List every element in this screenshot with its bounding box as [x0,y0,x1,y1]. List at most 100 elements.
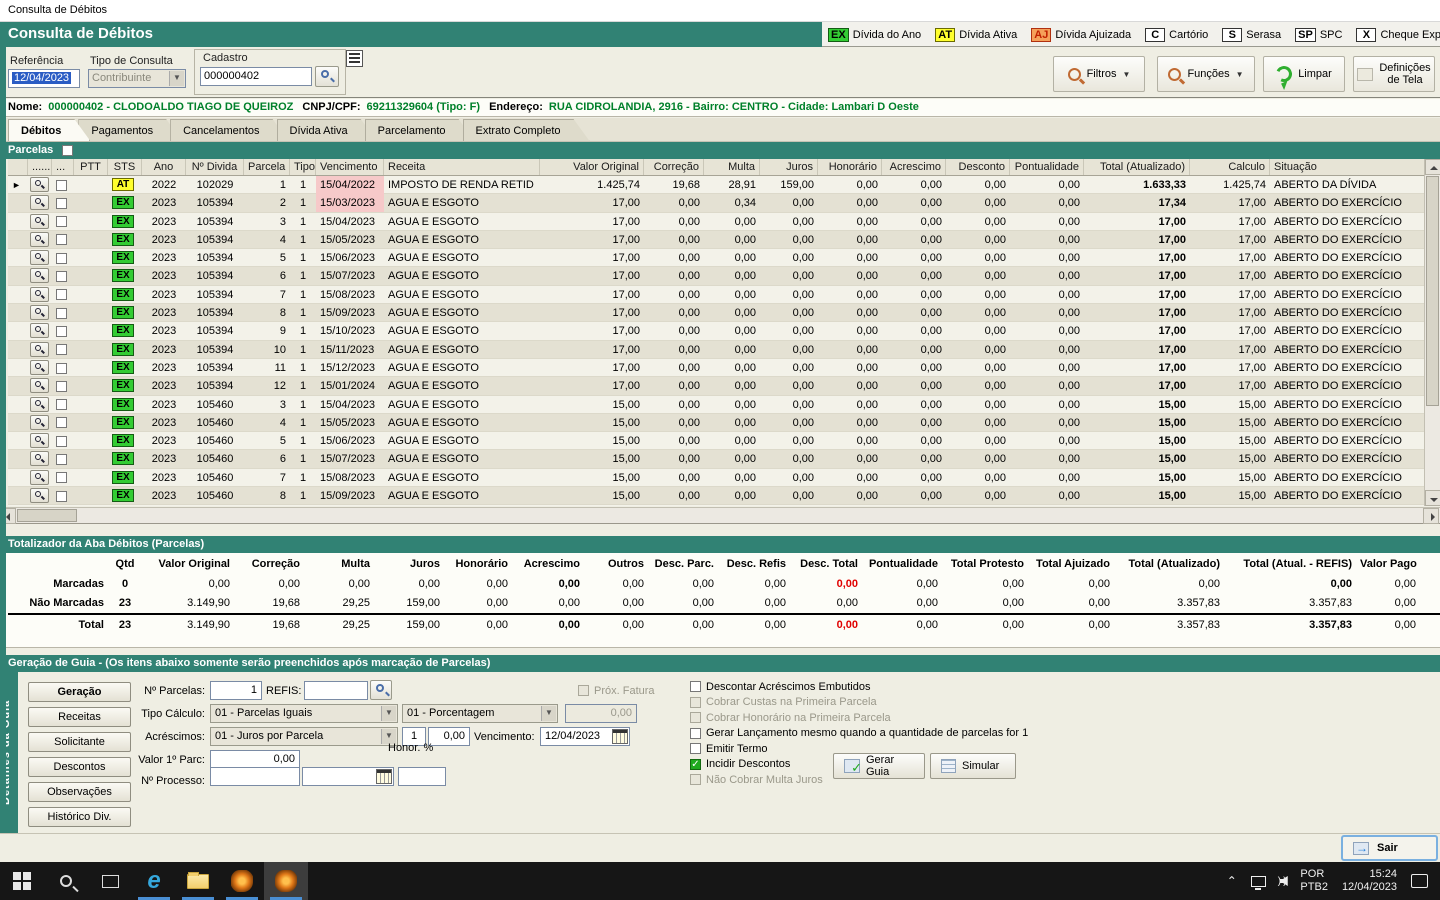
limpar-button[interactable]: Limpar [1263,56,1345,92]
internet-explorer-button[interactable]: e [132,862,176,900]
refis-input[interactable] [304,681,368,700]
porcentagem-select[interactable]: 01 - Porcentagem ▼ [402,704,558,723]
column-header-acrescimo[interactable]: Acrescimo [882,159,946,175]
row-magnifier-button[interactable] [30,451,49,467]
checkbox-box[interactable]: ✓ [690,758,701,770]
checkbox-gerar-lan-amento-mesmo-quando-a-quantidade-de-parcelas-for-1[interactable]: Gerar Lançamento mesmo quando a quantida… [690,726,1028,741]
row-checkbox[interactable] [56,234,67,246]
column-header-total-atualizado[interactable]: Total (Atualizado) [1084,159,1190,175]
app-button-1[interactable] [220,862,264,900]
row-magnifier-button[interactable] [30,323,49,339]
honor-input[interactable] [398,767,446,786]
volume-icon[interactable]: ) ) [1278,876,1288,887]
app-button-2[interactable] [264,862,308,900]
row-magnifier-button[interactable] [30,341,49,357]
row-checkbox[interactable] [56,454,67,466]
row-checkbox[interactable] [56,197,67,209]
row-checkbox[interactable] [56,325,67,337]
table-row[interactable]: EX 2023 105394 6 1 15/07/2023 AGUA E ESGOTO 17,… [8,267,1432,286]
row-magnifier-button[interactable] [30,177,49,192]
row-checkbox[interactable] [56,399,67,411]
table-row[interactable]: EX 2023 105394 12 1 15/01/2024 AGUA E ESGOTO 17… [8,377,1432,396]
cadastro-input[interactable]: 000000402 [200,67,312,86]
table-row[interactable]: EX 2023 105460 8 1 15/09/2023 AGUA E ESGOTO 15,… [8,487,1432,506]
row-magnifier-button[interactable] [30,378,49,394]
table-row[interactable]: EX 2023 105460 3 1 15/04/2023 AGUA E ESGOTO 15,… [8,395,1432,414]
tab-d-bitos[interactable]: Débitos [8,119,90,141]
language-indicator[interactable]: POR PTB2 [1300,868,1328,894]
scroll-right-button[interactable] [1423,508,1439,524]
row-checkbox[interactable] [56,435,67,447]
column-header-corre-o[interactable]: Correção [644,159,704,175]
tray-chevron-up-icon[interactable]: ⌃ [1227,874,1237,888]
column-header-[interactable]: ...... [28,159,52,175]
column-header-sts[interactable]: STS [108,159,142,175]
row-magnifier-button[interactable] [30,433,49,449]
network-icon[interactable] [1250,875,1266,890]
scroll-down-button[interactable] [1425,490,1440,506]
row-checkbox[interactable] [56,307,67,319]
table-row[interactable]: ► AT 2022 102029 1 1 15/04/2022 IMPOSTO DE REND… [8,176,1432,195]
column-header-honor-rio[interactable]: Honorário [818,159,882,175]
tab-extrato-completo[interactable]: Extrato Completo [463,119,590,141]
column-header-tipo[interactable]: Tipo [290,159,316,175]
sair-button[interactable]: Sair [1341,835,1438,861]
referencia-input[interactable]: 12/04/2023 [8,69,80,88]
table-row[interactable]: EX 2023 105394 5 1 15/06/2023 AGUA E ESGOTO 17,… [8,249,1432,268]
horizontal-scroll-thumb[interactable] [17,509,77,522]
table-row[interactable]: EX 2023 105460 5 1 15/06/2023 AGUA E ESGOTO 15,… [8,432,1432,451]
gerar-guia-button[interactable]: Gerar Guia [833,753,925,779]
checkbox-box[interactable] [690,727,701,739]
column-header-multa[interactable]: Multa [704,159,760,175]
vertical-scrollbar[interactable] [1424,159,1440,506]
row-magnifier-button[interactable] [30,286,49,302]
horizontal-scrollbar[interactable] [0,507,1440,524]
nav-button-gera-o[interactable]: Geração [28,682,131,702]
tab-cancelamentos[interactable]: Cancelamentos [170,119,288,141]
table-row[interactable]: EX 2023 105394 2 1 15/03/2023 AGUA E ESGOTO 17,… [8,194,1432,213]
column-header-receita[interactable]: Receita [384,159,540,175]
row-magnifier-button[interactable] [30,250,49,266]
row-magnifier-button[interactable] [30,469,49,485]
column-header-calculo[interactable]: Calculo [1190,159,1270,175]
row-magnifier-button[interactable] [30,268,49,284]
checkbox-box[interactable] [690,743,701,754]
list-icon[interactable] [346,50,363,67]
tipo-consulta-select[interactable]: Contribuinte ▼ [88,69,186,88]
column-header-desconto[interactable]: Desconto [946,159,1010,175]
table-row[interactable]: EX 2023 105394 3 1 15/04/2023 AGUA E ESGOTO 17,… [8,212,1432,231]
column-header-n-divida[interactable]: Nº Divida [186,159,244,175]
task-view-button[interactable] [88,862,132,900]
funcoes-button[interactable]: Funções ▼ [1157,56,1255,92]
row-checkbox[interactable] [56,344,67,356]
row-checkbox[interactable] [56,289,67,301]
column-header-vencimento[interactable]: Vencimento [316,159,384,175]
table-row[interactable]: EX 2023 105460 4 1 15/05/2023 AGUA E ESGOTO 15,… [8,413,1432,433]
column-header-parcela[interactable]: Parcela [244,159,290,175]
nav-button-hist-rico-div[interactable]: Histórico Div. [28,807,131,827]
acrescimos-select[interactable]: 01 - Juros por Parcela ▼ [210,727,398,746]
row-magnifier-button[interactable] [30,359,49,375]
definicoes-tela-button[interactable]: Definições de Tela [1353,56,1435,92]
tab-pagamentos[interactable]: Pagamentos [78,119,182,141]
checkbox-descontar-acr-scimos-embutidos[interactable]: Descontar Acréscimos Embutidos [690,679,1028,694]
vertical-scroll-thumb[interactable] [1426,176,1439,406]
simular-button[interactable]: Simular [930,753,1016,779]
row-checkbox[interactable] [56,179,67,191]
table-row[interactable]: EX 2023 105460 6 1 15/07/2023 AGUA E ESGOTO 15,… [8,450,1432,469]
column-header-ptt[interactable]: PTT [74,159,108,175]
nav-button-receitas[interactable]: Receitas [28,707,131,727]
row-magnifier-button[interactable] [30,195,49,211]
n-parcelas-input[interactable]: 1 [210,681,262,700]
parcelas-checkbox[interactable] [62,145,73,156]
row-checkbox[interactable] [56,271,67,283]
taskbar-search-button[interactable] [44,862,88,900]
table-row[interactable]: EX 2023 105460 7 1 15/08/2023 AGUA E ESGOTO 15,… [8,468,1432,488]
column-header-ano[interactable]: Ano [142,159,186,175]
checkbox-box[interactable] [690,681,701,692]
file-explorer-button[interactable] [176,862,220,900]
nav-button-solicitante[interactable]: Solicitante [28,732,131,752]
table-row[interactable]: EX 2023 105394 8 1 15/09/2023 AGUA E ESGOTO 17,… [8,304,1432,323]
row-checkbox[interactable] [56,490,67,502]
table-row[interactable]: EX 2023 105394 7 1 15/08/2023 AGUA E ESGOTO 17,… [8,285,1432,305]
